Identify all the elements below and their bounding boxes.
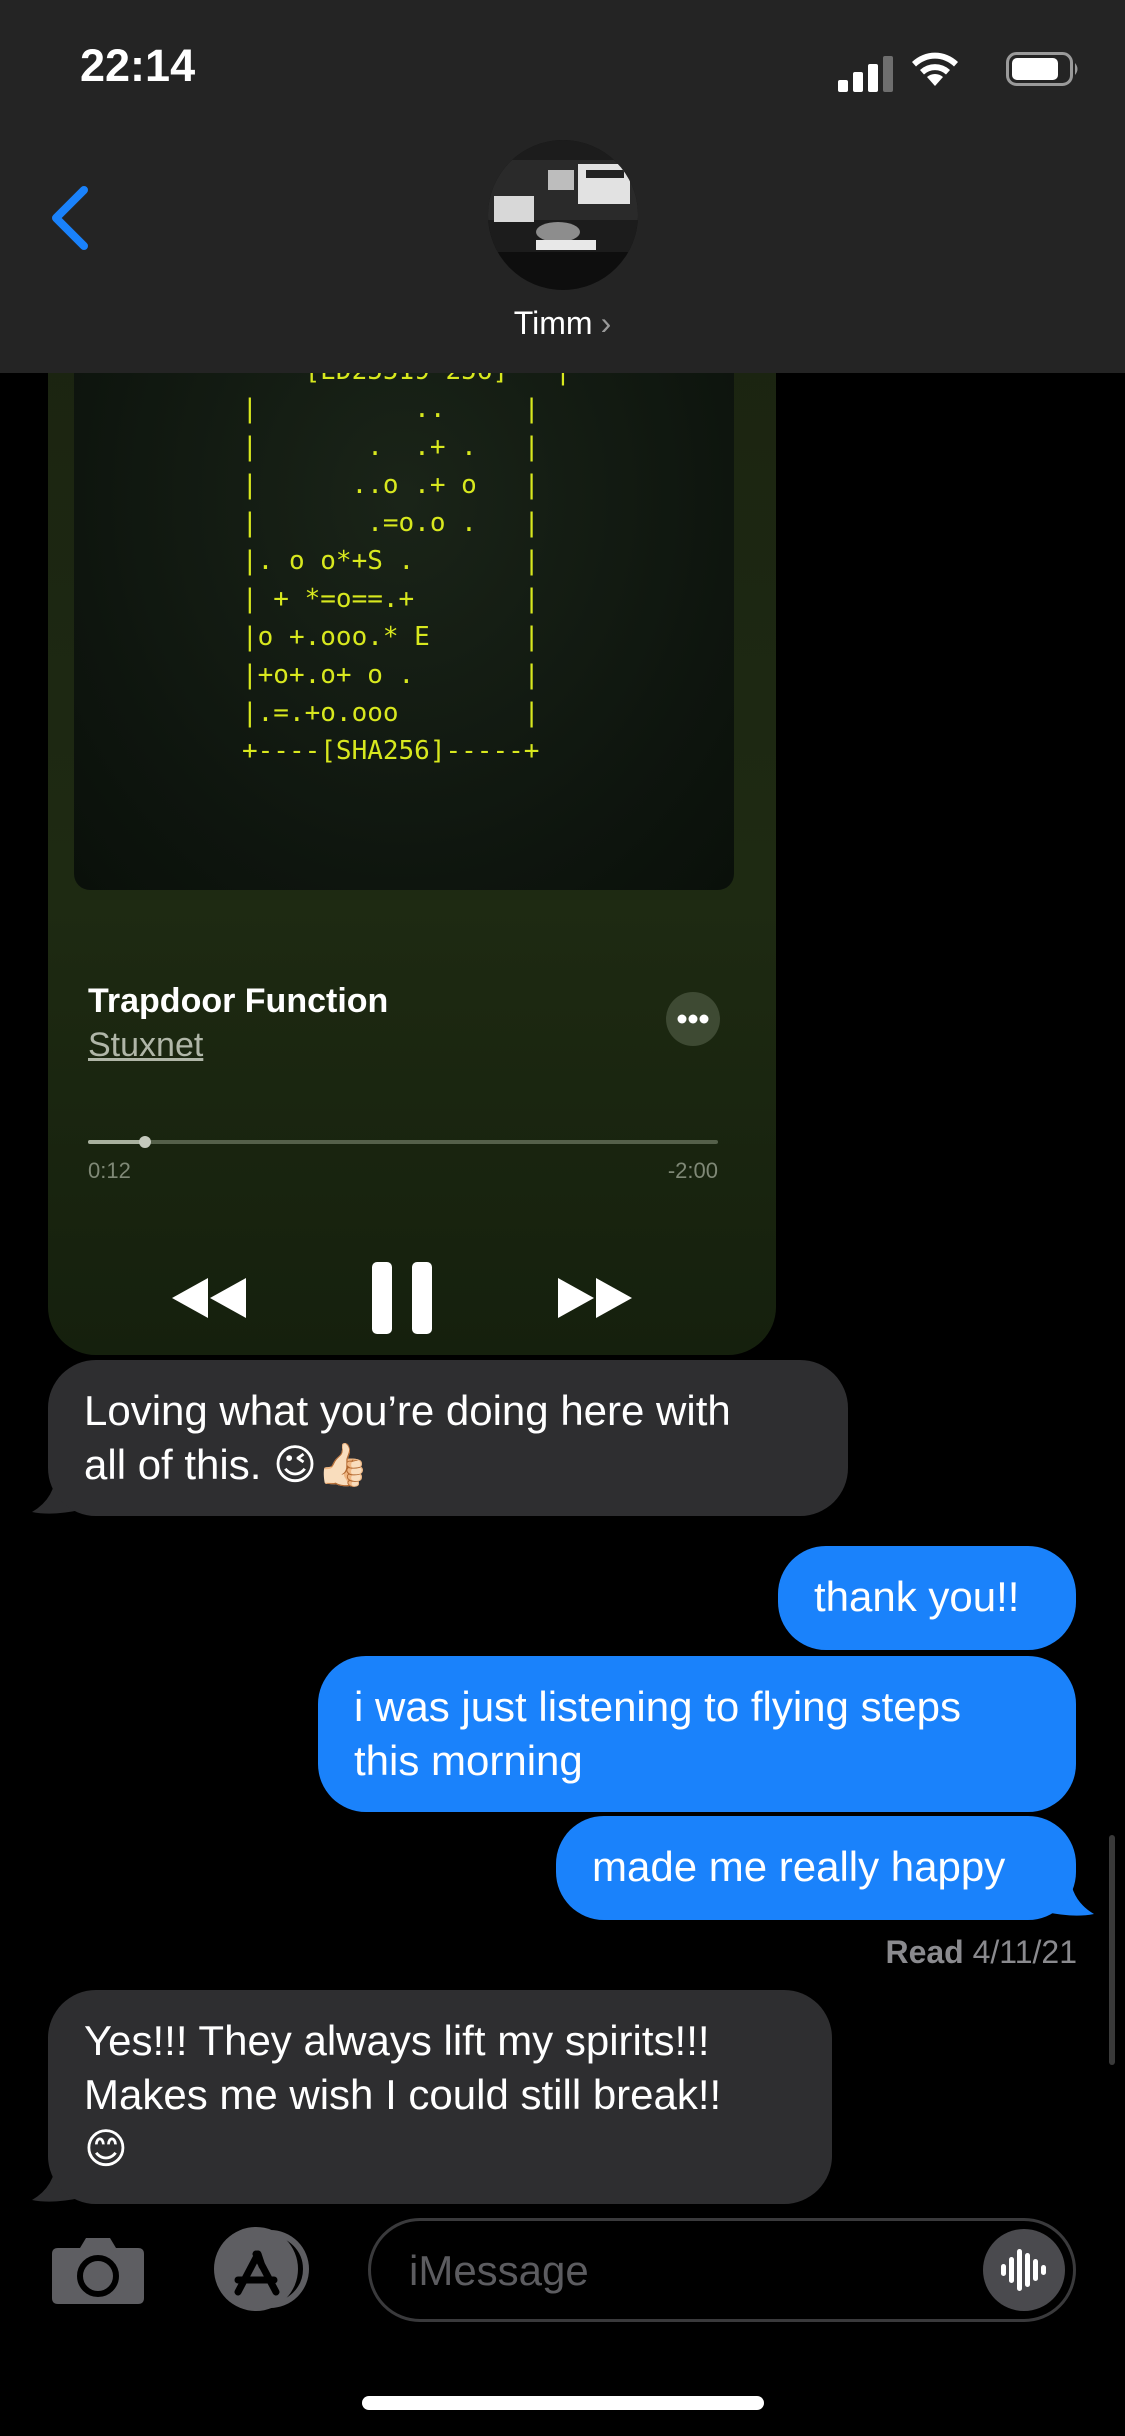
wifi-icon (912, 52, 958, 86)
scroll-indicator[interactable] (1109, 1835, 1115, 2065)
contact-name-label: Timm (513, 305, 593, 341)
battery-icon (1006, 52, 1078, 86)
home-indicator (362, 2396, 764, 2410)
rewind-button[interactable] (168, 1272, 248, 1324)
conversation-header: 22:14 Timm › (0, 0, 1125, 373)
remaining-time: -2:00 (667, 1158, 718, 1183)
waveform-icon (1001, 2249, 1046, 2291)
incoming-message[interactable]: Loving what you’re doing here with all o… (48, 1360, 848, 1516)
status-icons (821, 48, 1081, 92)
more-options-button[interactable] (666, 992, 720, 1046)
read-label: Read (885, 1934, 964, 1970)
fast-forward-button[interactable] (556, 1272, 636, 1324)
avatar-photo (488, 140, 638, 290)
status-time: 22:14 (80, 40, 196, 91)
back-chevron-icon[interactable] (46, 184, 96, 252)
audio-message-button[interactable] (983, 2229, 1065, 2311)
progress-fill (88, 1140, 146, 1144)
outgoing-message[interactable]: made me really happy (556, 1816, 1076, 1920)
app-store-icon[interactable] (208, 2226, 318, 2312)
track-artist-link[interactable]: Stuxnet (88, 1026, 203, 1065)
outgoing-message[interactable]: i was just listening to flying steps thi… (318, 1656, 1076, 1812)
progress-scrubber[interactable] (139, 1136, 152, 1148)
contact-name[interactable]: Timm › (0, 305, 1125, 342)
incoming-message[interactable]: Yes!!! They always lift my spirits!!! Ma… (48, 1990, 832, 2204)
music-card[interactable]: [ED25519 256] | | .. | | . .+ . | | ..o … (48, 330, 776, 1355)
outgoing-message[interactable]: thank you!! (778, 1546, 1076, 1650)
cellular-signal-icon (838, 56, 893, 92)
album-ascii-art: [ED25519 256] | | .. | | . .+ . | | ..o … (242, 356, 571, 766)
ellipsis-icon (677, 1014, 709, 1024)
input-placeholder: iMessage (409, 2247, 589, 2294)
imessage-input-field[interactable]: iMessage (368, 2218, 1076, 2322)
read-date: 4/11/21 (972, 1934, 1077, 1970)
pause-button[interactable] (370, 1260, 434, 1336)
track-title: Trapdoor Function (88, 982, 389, 1020)
playback-progress-bar[interactable] (88, 1136, 718, 1148)
messages-screen: [ED25519 256] | | .. | | . .+ . | | ..o … (0, 0, 1125, 2436)
elapsed-time: 0:12 (88, 1158, 131, 1183)
camera-icon[interactable] (50, 2234, 146, 2306)
contact-avatar[interactable] (488, 140, 638, 290)
read-receipt: Read 4/11/21 (885, 1934, 1077, 1971)
album-art: [ED25519 256] | | .. | | . .+ . | | ..o … (74, 330, 734, 890)
chevron-right-icon: › (600, 305, 612, 341)
